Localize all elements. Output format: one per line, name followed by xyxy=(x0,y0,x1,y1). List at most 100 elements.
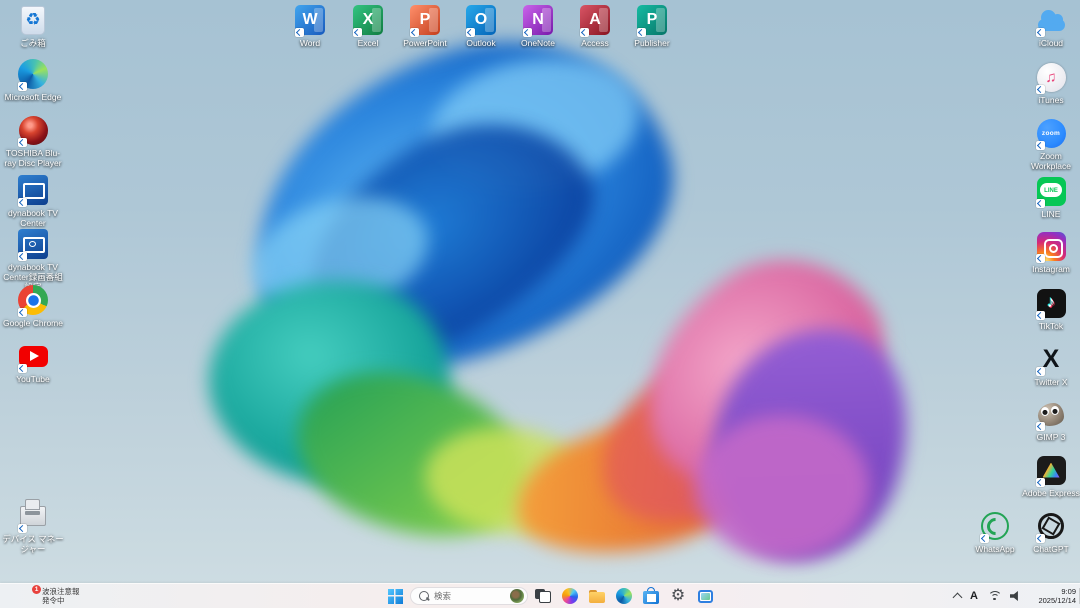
desktop-icon-label: Word xyxy=(299,38,321,48)
desktop-icon-label: TOSHIBA Blu-ray Disc Player xyxy=(4,148,62,168)
desktop-icon-label: Microsoft Edge xyxy=(4,92,62,102)
desktop-icon-label: iTunes xyxy=(1038,95,1064,105)
desktop-icon-label: Publisher xyxy=(634,38,670,48)
desktop-icon-label: dynabook TV Center xyxy=(8,208,58,228)
shortcut-arrow-icon xyxy=(18,198,27,207)
desktop-icon-chatgpt[interactable]: ChatGPT xyxy=(1019,510,1080,554)
system-tray: A 9:09 2025/12/14 xyxy=(952,584,1076,608)
wifi-icon[interactable] xyxy=(987,590,1002,602)
desktop-icon-microsoft-edge[interactable]: Microsoft Edge xyxy=(1,58,65,102)
desktop-icon-label: Google Chrome xyxy=(2,318,63,328)
desktop-icon-tiktok[interactable]: ♪ TikTok xyxy=(1019,287,1080,331)
tray-date: 2025/12/14 xyxy=(1038,596,1076,605)
desktop-icon-powerpoint[interactable]: P PowerPoint xyxy=(393,4,457,48)
desktop-icon-label: WhatsApp xyxy=(975,544,1015,554)
task-view-button[interactable] xyxy=(531,585,555,607)
desktop-icon-label: Excel xyxy=(357,38,379,48)
desktop-icon-device-manager[interactable]: デバイス マネージャー xyxy=(1,499,65,554)
desktop-icon-icloud[interactable]: iCloud xyxy=(1019,4,1080,48)
desktop-icon-label: YouTube xyxy=(16,374,50,384)
desktop-icon-whatsapp[interactable]: WhatsApp xyxy=(963,510,1027,554)
desktop-icon-dynabook-tv[interactable]: dynabook TV Center xyxy=(1,174,65,228)
desktop-icon-label: Access xyxy=(581,38,609,48)
desktop-icon-label: GIMP 3 xyxy=(1036,432,1066,442)
copilot-button[interactable] xyxy=(558,585,582,607)
desktop-icon-label: LINE xyxy=(1041,209,1061,219)
photos-icon xyxy=(697,589,713,603)
shortcut-arrow-icon xyxy=(1036,254,1045,263)
desktop-icon-gimp[interactable]: GIMP 3 xyxy=(1019,398,1080,442)
photos-button[interactable] xyxy=(693,585,717,607)
shortcut-arrow-icon xyxy=(580,28,589,37)
desktop-icon-label: Outlook xyxy=(466,38,496,48)
start-button[interactable] xyxy=(383,585,407,607)
weather-alert-text: 波浪注意報 発令中 xyxy=(42,587,80,605)
shortcut-arrow-icon xyxy=(410,28,419,37)
clock[interactable]: 9:09 2025/12/14 xyxy=(1030,587,1076,605)
wallpaper-bloom-shape xyxy=(695,415,870,560)
desktop[interactable]: ♻ ごみ箱 Microsoft Edge TOSHIBA Blu-ray Disc P… xyxy=(0,0,1080,584)
search-daily-image[interactable] xyxy=(510,589,524,603)
desktop-icon-toshiba-bluray[interactable]: TOSHIBA Blu-ray Disc Player xyxy=(1,114,65,168)
shortcut-arrow-icon xyxy=(980,534,989,543)
microsoft-store-button[interactable] xyxy=(639,585,663,607)
desktop-icon-dynabook-tv-settings[interactable]: dynabook TV Center録画番組設定 xyxy=(1,228,65,292)
hidden-icons-chevron-icon[interactable] xyxy=(952,592,963,603)
shortcut-arrow-icon xyxy=(18,308,27,317)
desktop-icon-label: OneNote xyxy=(520,38,556,48)
alert-status: 発令中 xyxy=(42,596,65,605)
shortcut-arrow-icon xyxy=(18,252,27,261)
shortcut-arrow-icon xyxy=(1036,85,1045,94)
desktop-icon-access[interactable]: A Access xyxy=(563,4,627,48)
weather-alert-icon: 1 xyxy=(20,584,41,604)
publisher-glyph-text: P xyxy=(646,11,658,28)
desktop-icon-publisher[interactable]: P Publisher xyxy=(620,4,684,48)
desktop-icon-label: PowerPoint xyxy=(403,38,447,48)
shortcut-arrow-icon xyxy=(18,524,27,533)
search-box[interactable]: 検索 xyxy=(410,587,528,605)
desktop-icon-google-chrome[interactable]: Google Chrome xyxy=(1,284,65,328)
shortcut-arrow-icon xyxy=(353,28,362,37)
desktop-icon-outlook[interactable]: O Outlook xyxy=(449,4,513,48)
desktop-icon-excel[interactable]: X Excel xyxy=(336,4,400,48)
desktop-icon-label: iCloud xyxy=(1038,38,1064,48)
desktop-icon-label: デバイス マネージャー xyxy=(2,534,64,554)
desktop-icon-adobe-express[interactable]: Adobe Express xyxy=(1019,454,1080,498)
shortcut-arrow-icon xyxy=(1036,478,1045,487)
line-glyph-text: LINE xyxy=(1044,188,1058,194)
desktop-icon-line[interactable]: LINE LINE xyxy=(1019,175,1080,219)
itunes-glyph-text: ♫ xyxy=(1045,68,1057,86)
taskbar-center: 検索 ⚙ xyxy=(383,584,717,608)
device-manager-icon xyxy=(20,499,46,526)
shortcut-arrow-icon xyxy=(523,28,532,37)
shortcut-arrow-icon xyxy=(18,364,27,373)
search-icon xyxy=(419,591,429,601)
folder-icon xyxy=(589,589,605,603)
alert-title: 波浪注意報 xyxy=(42,587,80,596)
desktop-icon-word[interactable]: W Word xyxy=(278,4,342,48)
alert-badge: 1 xyxy=(32,584,41,594)
shortcut-arrow-icon xyxy=(1036,199,1045,208)
desktop-icon-recycle-bin[interactable]: ♻ ごみ箱 xyxy=(1,4,65,48)
ime-mode-indicator[interactable]: A xyxy=(970,590,978,602)
zoom-glyph-text: zoom xyxy=(1041,129,1061,137)
widgets-button[interactable]: 1 波浪注意報 発令中 xyxy=(16,584,84,606)
desktop-icon-twitter-x[interactable]: X Twitter X xyxy=(1019,343,1080,388)
recycle-bin-icon: ♻ xyxy=(21,5,45,35)
desktop-icon-itunes[interactable]: ♫ iTunes xyxy=(1019,61,1080,105)
shortcut-arrow-icon xyxy=(637,28,646,37)
desktop-icon-youtube[interactable]: YouTube xyxy=(1,340,65,384)
desktop-icon-label: Zoom Workplace xyxy=(1031,151,1071,171)
shortcut-arrow-icon xyxy=(295,28,304,37)
desktop-icon-label: Twitter X xyxy=(1034,377,1068,387)
desktop-icon-instagram[interactable]: Instagram xyxy=(1019,230,1080,274)
desktop-icon-zoom[interactable]: zoom Zoom Workplace xyxy=(1019,117,1080,171)
twitter-x-glyph-text: X xyxy=(1042,344,1060,373)
settings-button[interactable]: ⚙ xyxy=(666,585,690,607)
desktop-icon-label: TikTok xyxy=(1038,321,1064,331)
volume-icon[interactable] xyxy=(1010,591,1018,601)
excel-glyph-text: X xyxy=(362,11,374,28)
desktop-icon-onenote[interactable]: N OneNote xyxy=(506,4,570,48)
file-explorer-button[interactable] xyxy=(585,585,609,607)
edge-button[interactable] xyxy=(612,585,636,607)
